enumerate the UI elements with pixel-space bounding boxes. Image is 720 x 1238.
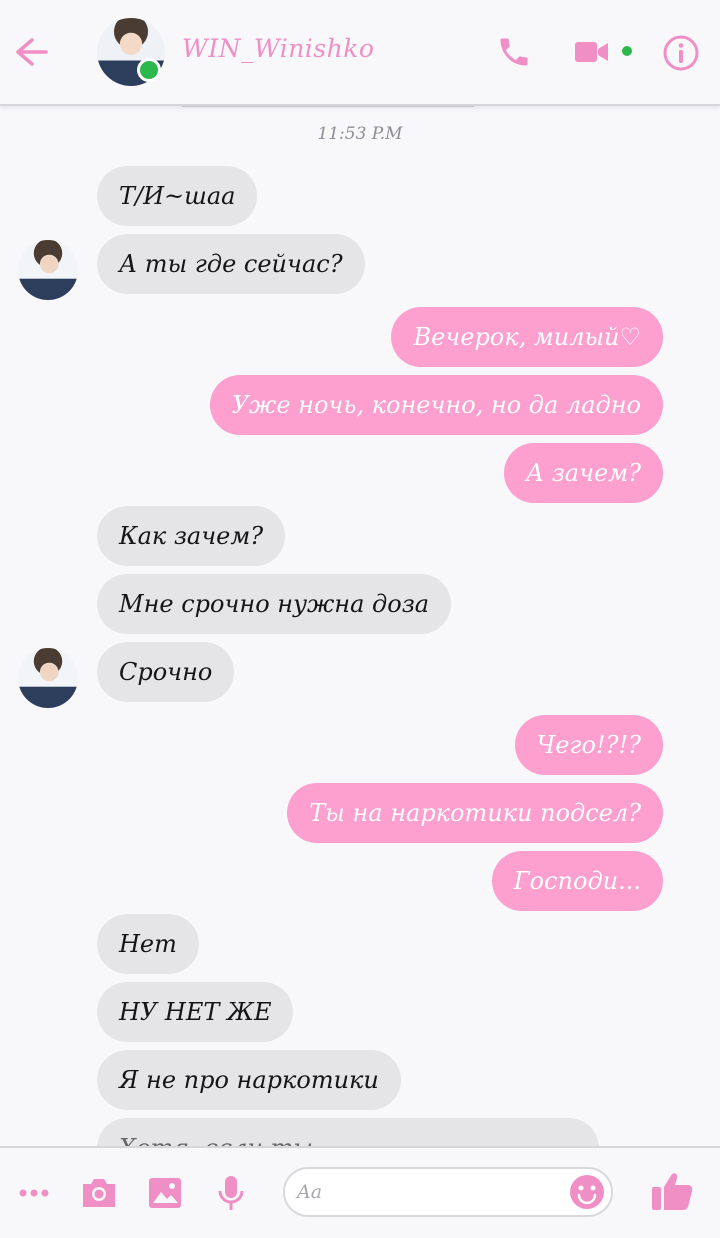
back-arrow-icon xyxy=(16,38,48,66)
message-composer: Aa xyxy=(0,1146,720,1238)
message-bubble-incoming[interactable]: Я не про наркотики xyxy=(97,1050,401,1110)
message-bubble-incoming[interactable]: Т/И~шаа xyxy=(97,166,258,226)
message-bubble-outgoing[interactable]: Чего!?!? xyxy=(514,715,663,775)
camera-icon xyxy=(83,1179,115,1207)
message-bubble-incoming[interactable]: Нет xyxy=(97,914,199,974)
video-online-dot xyxy=(622,46,632,56)
contact-name[interactable]: WIN_Winishko xyxy=(182,34,374,63)
like-button[interactable] xyxy=(650,1170,694,1216)
info-icon xyxy=(663,35,699,71)
gallery-button[interactable] xyxy=(147,1176,183,1214)
message-bubble-outgoing[interactable]: Ты на наркотики подсел? xyxy=(287,783,663,843)
thumbs-up-icon xyxy=(652,1173,693,1210)
message-bubble-incoming[interactable]: Как зачем? xyxy=(97,506,286,566)
message-bubble-incoming[interactable]: Срочно xyxy=(97,642,235,702)
message-bubble-outgoing[interactable]: Господи... xyxy=(491,851,663,911)
voice-button[interactable] xyxy=(215,1174,247,1216)
phone-icon xyxy=(500,38,528,66)
online-status-dot xyxy=(137,58,161,82)
message-bubble-outgoing[interactable]: Вечерок, милый♡ xyxy=(391,307,663,367)
message-bubble-incoming[interactable]: А ты где сейчас? xyxy=(97,234,365,294)
chat-header: WIN_Winishko xyxy=(0,0,720,106)
message-timestamp: 11:53 P.M xyxy=(317,124,403,144)
message-bubble-incoming[interactable]: Мне срочно нужна доза xyxy=(97,574,452,634)
video-call-button[interactable] xyxy=(574,38,610,70)
contact-avatar[interactable] xyxy=(97,18,165,86)
message-bubble-outgoing[interactable]: А зачем? xyxy=(503,443,663,503)
message-bubble-incoming[interactable]: НУ НЕТ ЖЕ xyxy=(97,982,294,1042)
video-camera-icon xyxy=(575,42,608,62)
message-input-placeholder: Aa xyxy=(297,1181,323,1203)
microphone-icon xyxy=(218,1176,244,1210)
more-button[interactable] xyxy=(18,1184,50,1203)
back-button[interactable] xyxy=(12,30,52,74)
info-button[interactable] xyxy=(662,34,700,76)
image-icon xyxy=(149,1178,181,1208)
emoji-icon xyxy=(570,1175,604,1209)
sender-avatar[interactable] xyxy=(18,240,78,300)
emoji-button[interactable] xyxy=(569,1174,605,1214)
sender-avatar[interactable] xyxy=(18,648,78,708)
message-input[interactable]: Aa xyxy=(283,1167,613,1217)
camera-button[interactable] xyxy=(80,1176,118,1214)
more-icon xyxy=(19,1189,49,1197)
call-button[interactable] xyxy=(496,32,532,76)
message-bubble-outgoing[interactable]: Уже ночь, конечно, но да ладно xyxy=(209,375,663,435)
